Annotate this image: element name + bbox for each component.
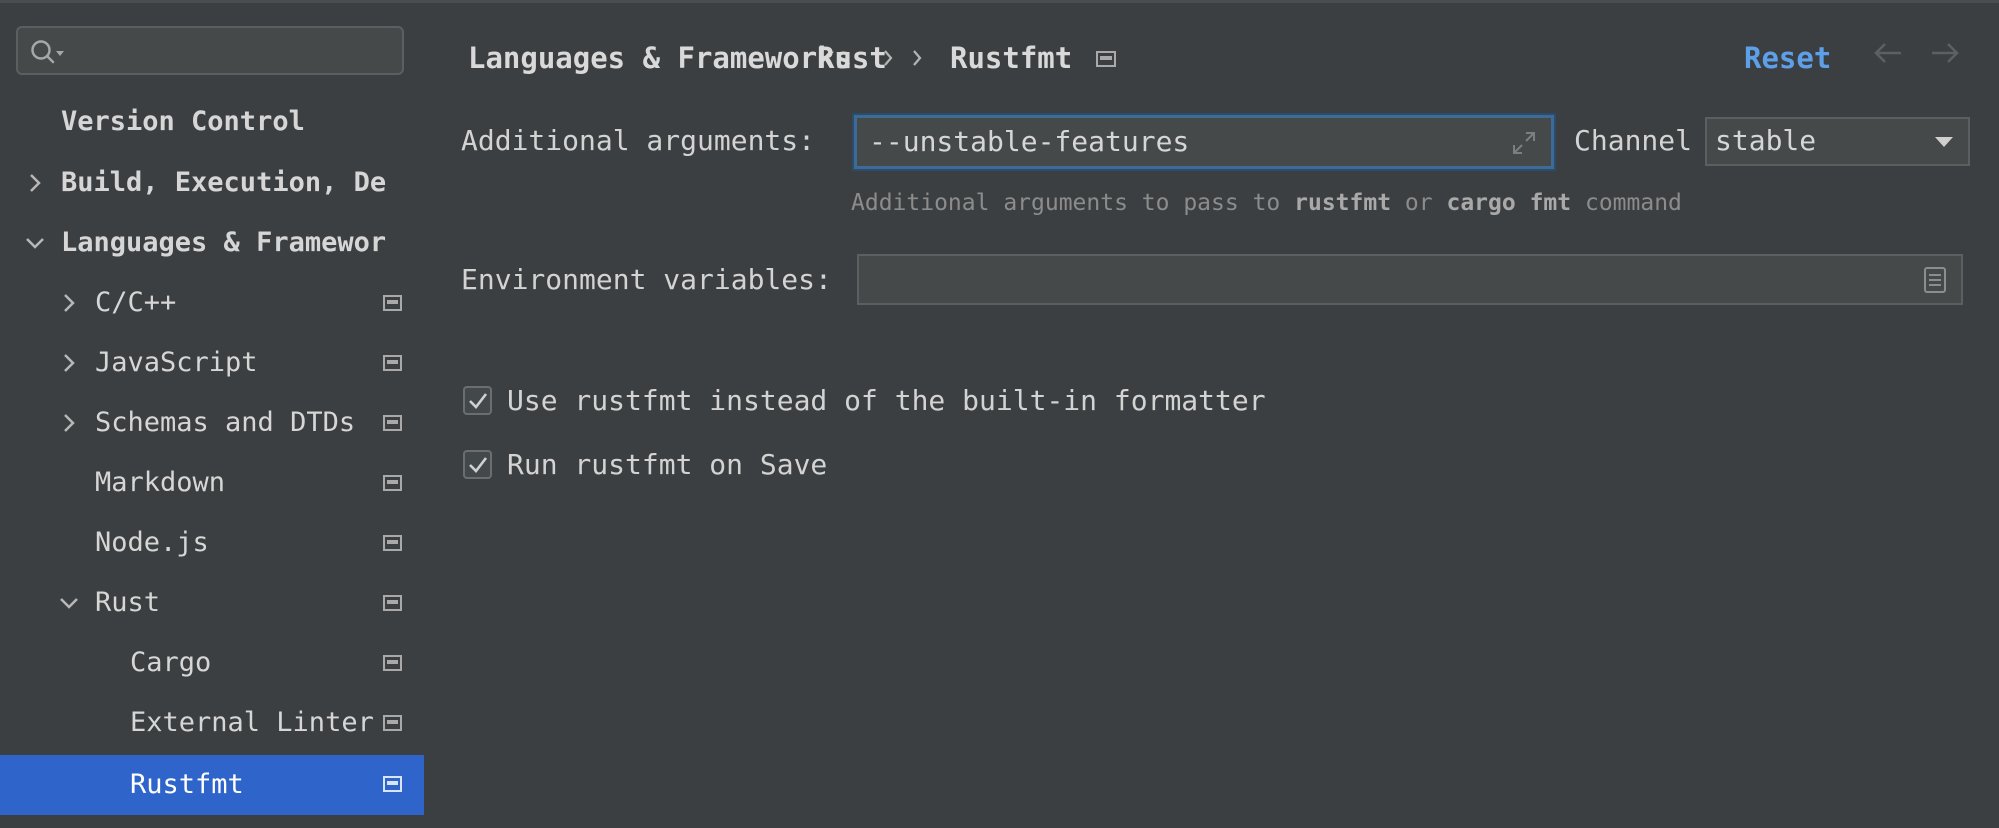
project-settings-icon	[383, 535, 402, 551]
additional-arguments-label: Additional arguments:	[461, 124, 816, 157]
chevron-right-icon	[913, 50, 922, 66]
additional-arguments-input[interactable]: --unstable-features	[854, 115, 1554, 169]
sidebar-item-label: JavaScript	[95, 347, 258, 378]
checkmark-icon	[469, 393, 488, 409]
sidebar-item-markdown[interactable]: Markdown	[0, 454, 424, 512]
project-settings-icon	[383, 355, 402, 371]
sidebar-item-languages-frameworks[interactable]: Languages & Framewor	[0, 214, 424, 272]
project-settings-icon	[383, 776, 402, 792]
chevron-right-icon[interactable]	[56, 290, 82, 316]
chevron-down-icon[interactable]	[22, 230, 48, 256]
search-input[interactable]	[16, 26, 404, 75]
run-on-save-label: Run rustfmt on Save	[507, 448, 828, 481]
sidebar-item-javascript[interactable]: JavaScript	[0, 334, 424, 392]
project-settings-icon	[383, 595, 402, 611]
chevron-right-icon[interactable]	[56, 350, 82, 376]
channel-label: Channel	[1574, 124, 1693, 157]
checkmark-icon	[469, 457, 488, 473]
expand-icon[interactable]	[1511, 130, 1537, 156]
chevron-down-icon	[1935, 137, 1953, 147]
breadcrumb-item: Rustfmt	[950, 41, 1073, 75]
sidebar-item-build-execution[interactable]: Build, Execution, De	[0, 154, 424, 212]
sidebar-item-label: Rust	[95, 587, 161, 618]
sidebar-item-label: Languages & Framewor	[61, 227, 387, 258]
sidebar-item-label: Schemas and DTDs	[95, 407, 356, 438]
environment-variables-label: Environment variables:	[461, 263, 832, 296]
sidebar-item-rust[interactable]: Rust	[0, 574, 424, 632]
use-rustfmt-checkbox[interactable]	[463, 386, 492, 415]
sidebar-item-label: Cargo	[130, 647, 212, 678]
settings-content: Languages & Frameworks Rust Rustfmt Rese…	[424, 3, 1999, 828]
sidebar-item-version-control[interactable]: Version Control	[0, 93, 424, 151]
additional-arguments-hint: Additional arguments to pass to rustfmt …	[851, 190, 1682, 216]
breadcrumb-item[interactable]: Rust	[817, 33, 887, 83]
project-settings-icon	[383, 715, 402, 731]
project-settings-icon	[1096, 51, 1116, 67]
project-settings-icon	[383, 295, 402, 311]
run-on-save-checkbox[interactable]	[463, 450, 492, 479]
channel-select[interactable]: stable	[1705, 117, 1970, 166]
project-settings-icon	[383, 415, 402, 431]
sidebar-item-external-linter[interactable]: External Linter	[0, 694, 424, 752]
settings-window: Version Control Build, Execution, De Lan…	[0, 0, 1999, 828]
sidebar-item-cargo[interactable]: Cargo	[0, 634, 424, 692]
sidebar-item-label: Markdown	[95, 467, 226, 498]
channel-value: stable	[1715, 124, 1817, 157]
sidebar-item-rustfmt[interactable]: Rustfmt	[0, 755, 424, 815]
settings-sidebar: Version Control Build, Execution, De Lan…	[0, 3, 424, 828]
sidebar-item-schemas-dtds[interactable]: Schemas and DTDs	[0, 394, 424, 452]
additional-arguments-value: --unstable-features	[869, 125, 1190, 158]
project-settings-icon	[383, 475, 402, 491]
sidebar-item-label: C/C++	[95, 287, 177, 318]
sidebar-item-cpp[interactable]: C/C++	[0, 274, 424, 332]
sidebar-item-label: Version Control	[61, 106, 305, 137]
use-rustfmt-label: Use rustfmt instead of the built-in form…	[507, 384, 1266, 417]
breadcrumb-item[interactable]: Languages & Frameworks	[468, 33, 852, 83]
chevron-down-icon[interactable]	[56, 590, 82, 616]
search-icon	[31, 40, 64, 64]
sidebar-item-label: Node.js	[95, 527, 209, 558]
document-icon[interactable]	[1923, 266, 1947, 294]
environment-variables-input[interactable]	[857, 254, 1963, 305]
chevron-right-icon[interactable]	[22, 170, 48, 196]
reset-link[interactable]: Reset	[1744, 34, 1831, 82]
sidebar-item-nodejs[interactable]: Node.js	[0, 514, 424, 572]
sidebar-item-label: Build, Execution, De	[61, 167, 387, 198]
project-settings-icon	[383, 655, 402, 671]
sidebar-item-label: External Linter	[130, 707, 374, 738]
arrow-left-icon[interactable]	[1871, 38, 1905, 68]
arrow-right-icon[interactable]	[1928, 38, 1962, 68]
chevron-right-icon[interactable]	[56, 410, 82, 436]
sidebar-item-label: Rustfmt	[130, 769, 244, 800]
